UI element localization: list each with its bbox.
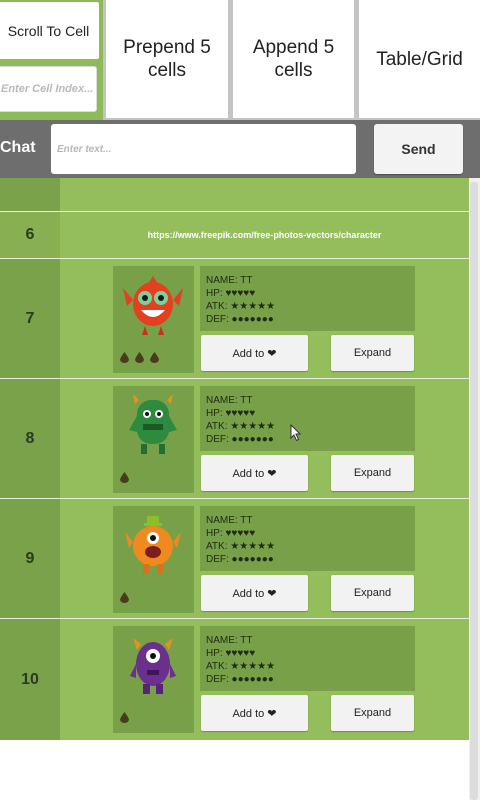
- stat-name: NAME: TT: [206, 635, 253, 646]
- stat-atk: ATK: ★★★★★: [206, 661, 276, 672]
- chat-bar: Chat Enter text... Send: [0, 120, 480, 178]
- stat-atk: ATK: ★★★★★: [206, 541, 276, 552]
- table-grid-button[interactable]: Table/Grid: [359, 0, 480, 118]
- prepend-cells-button[interactable]: Prepend 5 cells: [106, 0, 228, 118]
- add-to-favorites-button[interactable]: Add to ❤: [201, 695, 308, 731]
- stats-panel: NAME: TT HP: ♥♥♥♥♥ ATK: ★★★★★ DEF: ●●●●●…: [200, 506, 415, 571]
- stat-hp: HP: ♥♥♥♥♥: [206, 408, 256, 419]
- drops: [119, 712, 130, 723]
- green-monster-icon: [129, 394, 177, 454]
- scroll-to-cell-button[interactable]: Scroll To Cell: [0, 2, 99, 59]
- stat-def: DEF: ●●●●●●●: [206, 434, 274, 445]
- expand-button[interactable]: Expand: [331, 335, 414, 371]
- add-to-favorites-button[interactable]: Add to ❤: [201, 335, 308, 371]
- stat-atk: ATK: ★★★★★: [206, 301, 276, 312]
- drop-icon: [120, 712, 129, 723]
- send-button[interactable]: Send: [374, 124, 463, 174]
- mouse-cursor-icon: [290, 424, 302, 442]
- monster-image-panel: [113, 506, 194, 613]
- stat-name: NAME: TT: [206, 275, 253, 286]
- stat-hp: HP: ♥♥♥♥♥: [206, 288, 256, 299]
- stat-hp: HP: ♥♥♥♥♥: [206, 648, 256, 659]
- stats-panel: NAME: TT HP: ♥♥♥♥♥ ATK: ★★★★★ DEF: ●●●●●…: [200, 266, 415, 331]
- cell-index: 10: [0, 619, 60, 740]
- stat-name: NAME: TT: [206, 515, 253, 526]
- drop-icon: [120, 352, 129, 363]
- expand-button[interactable]: Expand: [331, 695, 414, 731]
- add-to-favorites-button[interactable]: Add to ❤: [201, 455, 308, 491]
- cell-index-input[interactable]: Enter Cell Index...: [0, 66, 97, 112]
- stat-def: DEF: ●●●●●●●: [206, 674, 274, 685]
- table-grid-label: Table/Grid: [376, 48, 463, 70]
- append-cells-button[interactable]: Append 5 cells: [233, 0, 354, 118]
- drop-icon: [120, 592, 129, 603]
- append-cells-label: Append 5 cells: [252, 37, 335, 81]
- red-monster-icon: [123, 276, 183, 335]
- cell-list[interactable]: 6 https://www.freepik.com/free-photos-ve…: [0, 178, 469, 740]
- stat-def: DEF: ●●●●●●●: [206, 314, 274, 325]
- stat-name: NAME: TT: [206, 395, 253, 406]
- scroll-to-cell-panel: Scroll To Cell Enter Cell Index...: [0, 0, 103, 120]
- chat-label: Chat: [0, 139, 36, 156]
- expand-button[interactable]: Expand: [331, 575, 414, 611]
- stats-panel: NAME: TT HP: ♥♥♥♥♥ ATK: ★★★★★ DEF: ●●●●●…: [200, 386, 415, 451]
- monster-image-panel: [113, 386, 194, 493]
- expand-button[interactable]: Expand: [331, 455, 414, 491]
- list-item: 7 NAME: TT HP: ♥♥♥♥♥ ATK: ★★★★★ DEF: ●●●…: [0, 259, 469, 379]
- scrollbar-thumb[interactable]: [470, 182, 478, 800]
- stats-panel: NAME: TT HP: ♥♥♥♥♥ ATK: ★★★★★ DEF: ●●●●●…: [200, 626, 415, 691]
- cell-index: 6: [0, 212, 60, 258]
- drops: [119, 472, 130, 483]
- list-item-url: 6 https://www.freepik.com/free-photos-ve…: [0, 212, 469, 259]
- drop-icon: [120, 472, 129, 483]
- cell-index: 7: [0, 259, 60, 378]
- drops: [119, 352, 160, 363]
- drops: [119, 592, 130, 603]
- list-item: 8 NAME: TT HP: ♥♥♥♥♥ ATK: ★★★★★ DEF: ●●●…: [0, 379, 469, 499]
- list-item-partial: [0, 178, 469, 212]
- list-item: 9 NAME: TT HP: ♥♥♥♥♥ ATK: ★★★★★ DEF: ●●●…: [0, 499, 469, 619]
- cell-index: [0, 178, 60, 211]
- cell-index: 9: [0, 499, 60, 618]
- prepend-cells-label: Prepend 5 cells: [123, 37, 211, 81]
- credit-link[interactable]: https://www.freepik.com/free-photos-vect…: [60, 212, 469, 258]
- orange-monster-icon: [125, 516, 181, 574]
- chat-text-input[interactable]: Enter text...: [51, 124, 356, 174]
- stat-atk: ATK: ★★★★★: [206, 421, 276, 432]
- drop-icon: [135, 352, 144, 363]
- list-item: 10 NAME: TT HP: ♥♥♥♥♥ ATK: ★★★★★ DEF: ●●…: [0, 619, 469, 740]
- stat-hp: HP: ♥♥♥♥♥: [206, 528, 256, 539]
- drop-icon: [150, 352, 159, 363]
- toolbar: Scroll To Cell Enter Cell Index... Prepe…: [0, 0, 480, 120]
- monster-image-panel: [113, 266, 194, 373]
- monster-image-panel: [113, 626, 194, 733]
- add-to-favorites-button[interactable]: Add to ❤: [201, 575, 308, 611]
- cell-index: 8: [0, 379, 60, 498]
- stat-def: DEF: ●●●●●●●: [206, 554, 274, 565]
- purple-monster-icon: [130, 638, 176, 694]
